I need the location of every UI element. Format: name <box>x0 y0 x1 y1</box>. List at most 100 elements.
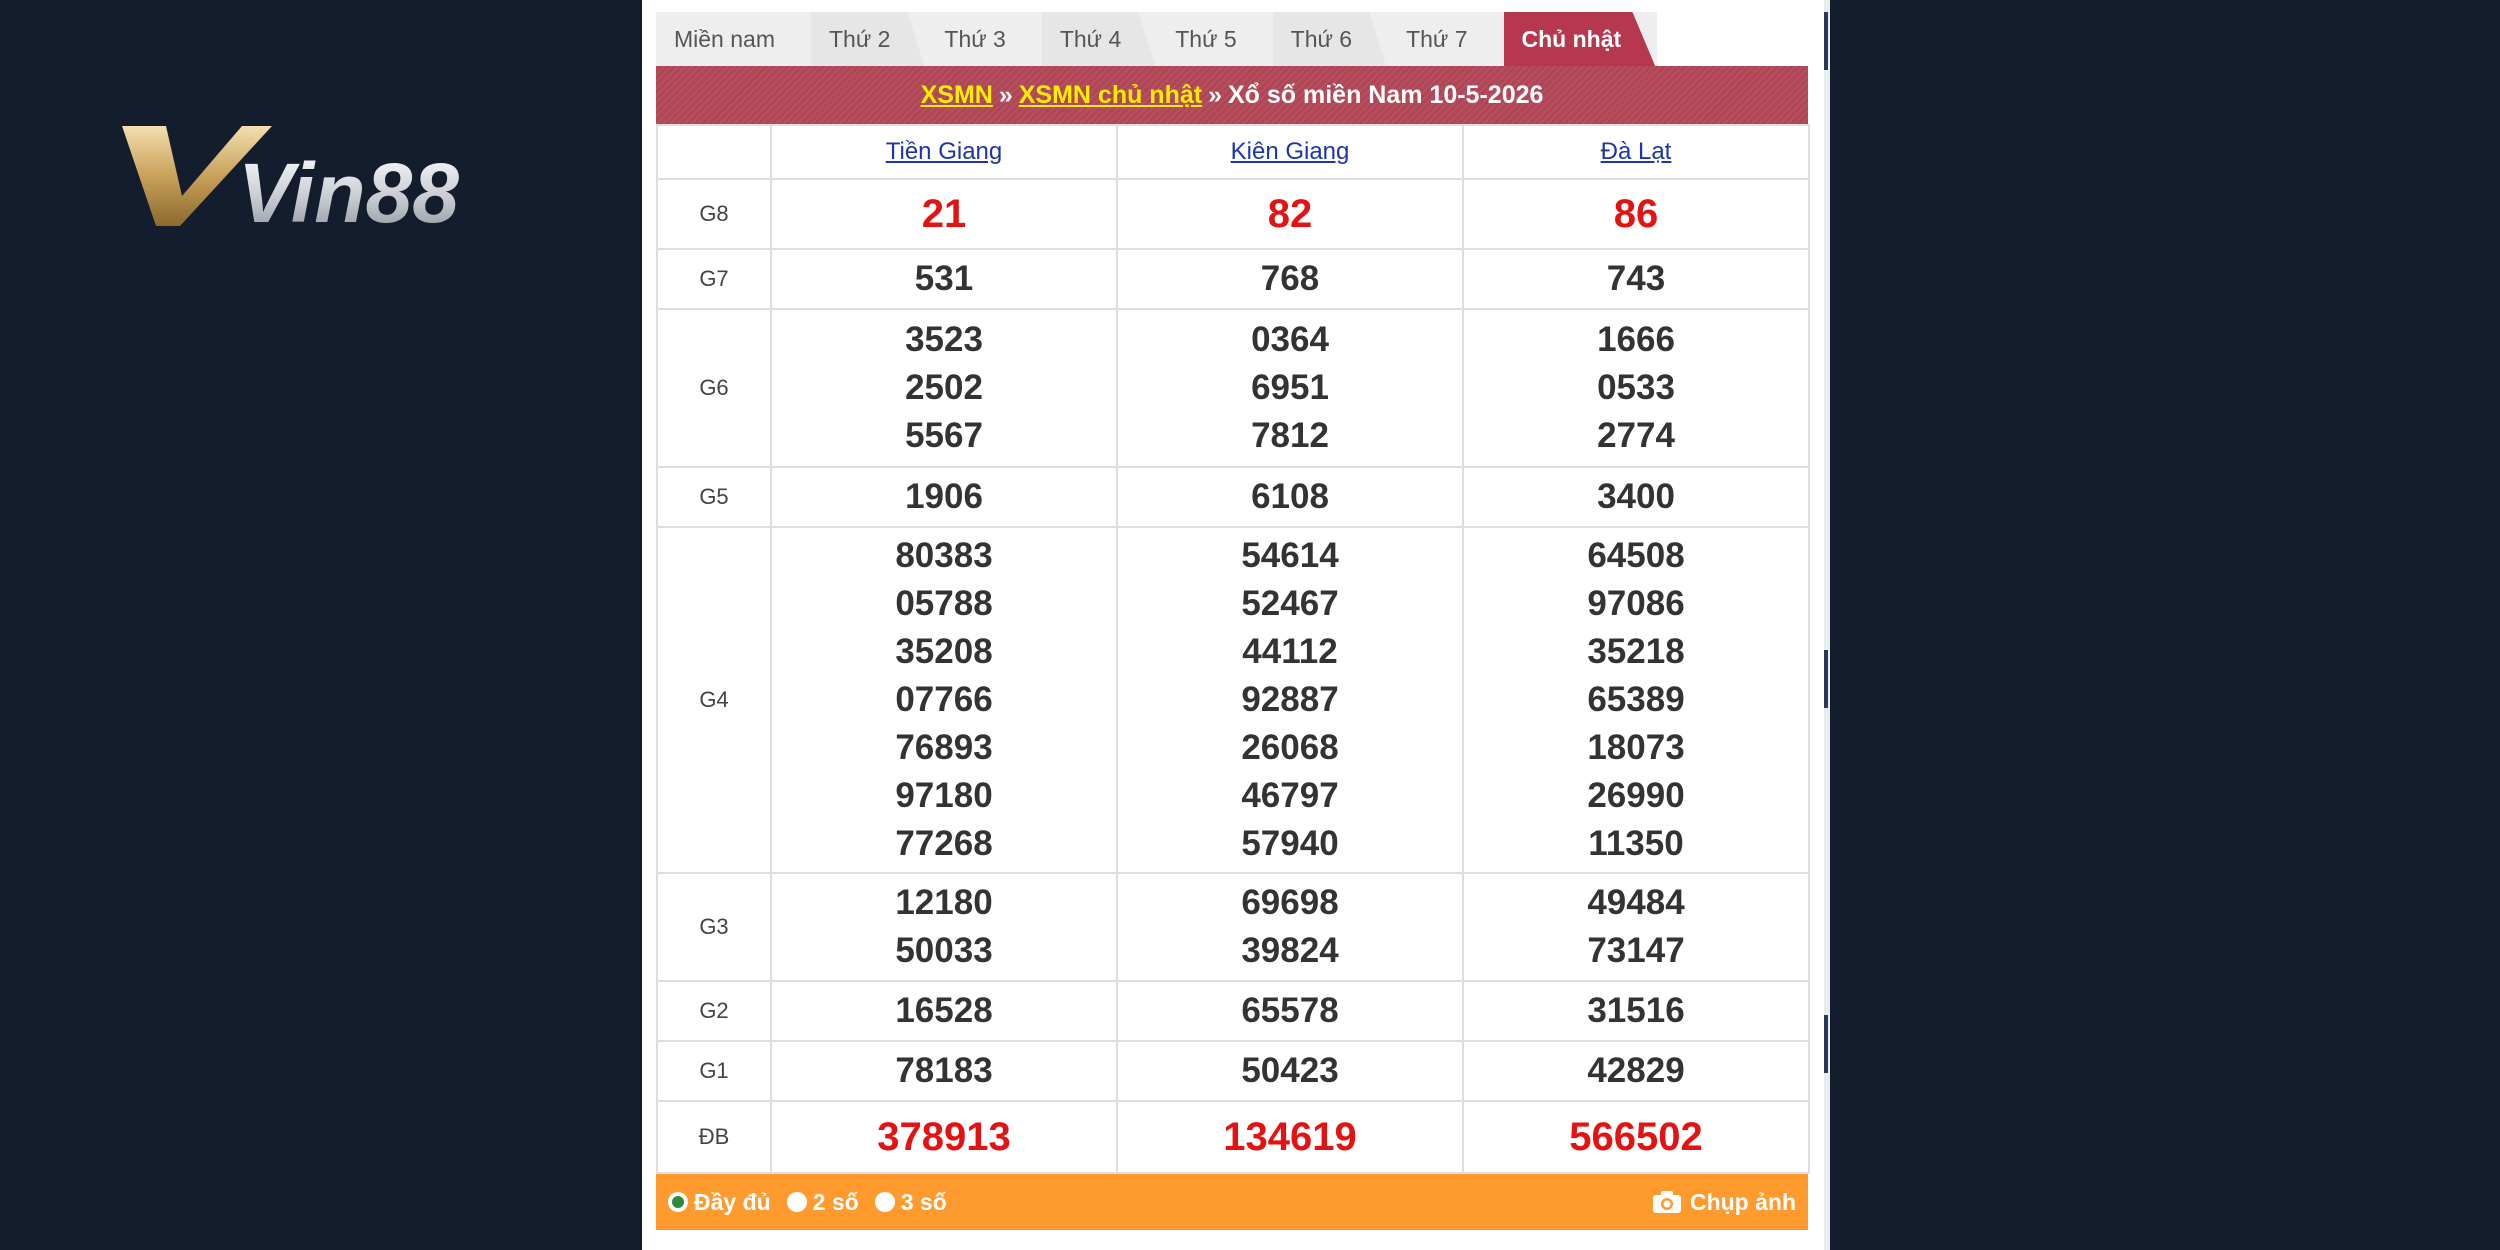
camera-icon <box>1652 1191 1681 1213</box>
prize-label: G8 <box>656 178 772 250</box>
province-link[interactable]: Đà Lạt <box>1462 124 1810 180</box>
prize-number: 80383 <box>895 536 993 575</box>
prize-number: 86 <box>1613 192 1659 236</box>
prize-label: G7 <box>656 248 772 310</box>
prize-cell: 6108 <box>1116 466 1464 528</box>
radio-icon[interactable] <box>668 1192 688 1212</box>
prize-number: 18073 <box>1587 728 1685 767</box>
prize-number: 05788 <box>895 584 993 623</box>
prize-label: G5 <box>656 466 772 528</box>
prize-number: 134619 <box>1223 1115 1357 1159</box>
prize-label: ĐB <box>656 1100 772 1174</box>
prize-number: 44112 <box>1242 632 1338 671</box>
prize-row-G8: G8 21 82 86 <box>656 178 1810 250</box>
prize-number: 743 <box>1606 259 1666 298</box>
prize-cell: 134619 <box>1116 1100 1464 1174</box>
capture-button[interactable]: Chụp ảnh <box>1652 1174 1796 1230</box>
prize-number: 768 <box>1260 259 1320 298</box>
day-tabs: Miền nam Thứ 2 Thứ 3 Thứ 4 Thứ 5 Thứ 6 Thứ 7 Ch… <box>656 12 1808 66</box>
prize-number: 31516 <box>1587 991 1685 1030</box>
tab-4[interactable]: Thứ 5 <box>1157 12 1271 66</box>
prize-number: 6951 <box>1251 368 1329 407</box>
prize-number: 11350 <box>1588 824 1684 863</box>
prize-cell: 80383 05788 35208 07766 76893 97180 77268 <box>770 526 1118 874</box>
option-label: Đầy đủ <box>694 1188 771 1215</box>
prize-number: 82 <box>1267 192 1313 236</box>
prize-number: 26068 <box>1241 728 1339 767</box>
prize-cell: 743 <box>1462 248 1810 310</box>
prize-number: 69698 <box>1241 883 1339 922</box>
prize-number: 1666 <box>1597 320 1675 359</box>
prize-number: 12180 <box>895 883 993 922</box>
prize-cell: 69698 39824 <box>1116 872 1464 982</box>
prize-number: 76893 <box>895 728 993 767</box>
province-link[interactable]: Tiền Giang <box>770 124 1118 180</box>
prize-number: 92887 <box>1241 680 1339 719</box>
option-2[interactable]: 3 số <box>874 1188 947 1216</box>
breadcrumb-separator: » <box>1208 80 1222 109</box>
capture-label: Chụp ảnh <box>1689 1188 1796 1215</box>
prize-number: 26990 <box>1587 776 1685 815</box>
prize-number: 5567 <box>905 416 983 455</box>
tab-0[interactable]: Miền nam <box>656 12 809 66</box>
results-panel: Miền nam Thứ 2 Thứ 3 Thứ 4 Thứ 5 Thứ 6 Thứ 7 Ch… <box>642 0 1824 1250</box>
prize-label: G4 <box>656 526 772 874</box>
tab-1[interactable]: Thứ 2 <box>810 12 925 66</box>
prize-cell: 42829 <box>1462 1040 1810 1102</box>
prize-cell: 566502 <box>1462 1100 1810 1174</box>
prize-row-G3: G3 12180 50033 69698 39824 49484 73147 <box>656 872 1810 982</box>
prize-number: 16528 <box>895 991 993 1030</box>
prize-cell: 49484 73147 <box>1462 872 1810 982</box>
prize-row-ĐB: ĐB 378913 134619 566502 <box>656 1100 1810 1174</box>
radio-icon[interactable] <box>786 1192 807 1212</box>
prize-cell: 31516 <box>1462 980 1810 1042</box>
breadcrumb-link-xsmn-sunday[interactable]: XSMN chủ nhật <box>1019 81 1202 110</box>
province-link[interactable]: Kiên Giang <box>1116 124 1464 180</box>
prize-number: 97086 <box>1587 584 1685 623</box>
option-0[interactable]: Đầy đủ <box>668 1189 771 1216</box>
prize-number: 21 <box>921 192 967 236</box>
province-header-row: Tiền Giang Kiên Giang Đà Lạt <box>656 124 1810 180</box>
radio-icon[interactable] <box>874 1192 895 1212</box>
breadcrumb-link-xsmn[interactable]: XSMN <box>921 81 993 110</box>
prize-row-G5: G5 1906 6108 3400 <box>656 466 1810 528</box>
breadcrumb-separator: » <box>998 80 1013 109</box>
prize-cell: 1666 0533 2774 <box>1462 308 1810 468</box>
prize-label: G1 <box>656 1040 772 1102</box>
tab-3[interactable]: Thứ 4 <box>1041 12 1156 66</box>
prize-number: 35218 <box>1587 632 1685 671</box>
prize-row-G1: G1 78183 50423 42829 <box>656 1040 1810 1102</box>
prize-number: 2774 <box>1597 416 1675 455</box>
scroll-marker <box>1824 1015 1828 1073</box>
option-1[interactable]: 2 số <box>786 1189 859 1216</box>
option-label: 3 số <box>900 1188 947 1215</box>
display-options-bar: Đầy đủ 2 số 3 số Chụp ảnh <box>656 1174 1808 1230</box>
prize-row-G4: G4 80383 05788 35208 07766 76893 97180 77268 546… <box>656 526 1810 874</box>
prize-cell: 531 <box>770 248 1118 310</box>
prize-cell: 378913 <box>770 1100 1118 1174</box>
prize-cell: 86 <box>1462 178 1810 250</box>
prize-number: 97180 <box>895 776 993 815</box>
scroll-marker <box>1824 650 1828 708</box>
tabs-spacer <box>1657 12 1808 66</box>
vin88-logo[interactable]: Vin88 <box>122 118 482 238</box>
tab-6[interactable]: Thứ 7 <box>1388 12 1502 66</box>
prize-row-G7: G7 531 768 743 <box>656 248 1810 310</box>
prize-label: G6 <box>656 308 772 468</box>
prize-cell: 54614 52467 44112 92887 26068 46797 57940 <box>1116 526 1464 874</box>
logo-text: Vin88 <box>238 146 459 238</box>
prize-cell: 12180 50033 <box>770 872 1118 982</box>
display-options: Đầy đủ 2 số 3 số <box>668 1189 963 1216</box>
prize-cell: 1906 <box>770 466 1118 528</box>
tab-5[interactable]: Thứ 6 <box>1272 12 1387 66</box>
prize-number: 54614 <box>1241 536 1339 575</box>
tab-2[interactable]: Thứ 3 <box>926 12 1040 66</box>
prize-cell: 78183 <box>770 1040 1118 1102</box>
breadcrumb: XSMN » XSMN chủ nhật » Xổ số miền Nam 10… <box>656 66 1808 124</box>
prize-row-G2: G2 16528 65578 31516 <box>656 980 1810 1042</box>
prize-number: 42829 <box>1587 1051 1685 1090</box>
prize-number: 3523 <box>905 320 983 359</box>
tab-7[interactable]: Chủ nhật <box>1503 12 1656 66</box>
prize-cell: 3523 2502 5567 <box>770 308 1118 468</box>
prize-number: 64508 <box>1587 536 1685 575</box>
